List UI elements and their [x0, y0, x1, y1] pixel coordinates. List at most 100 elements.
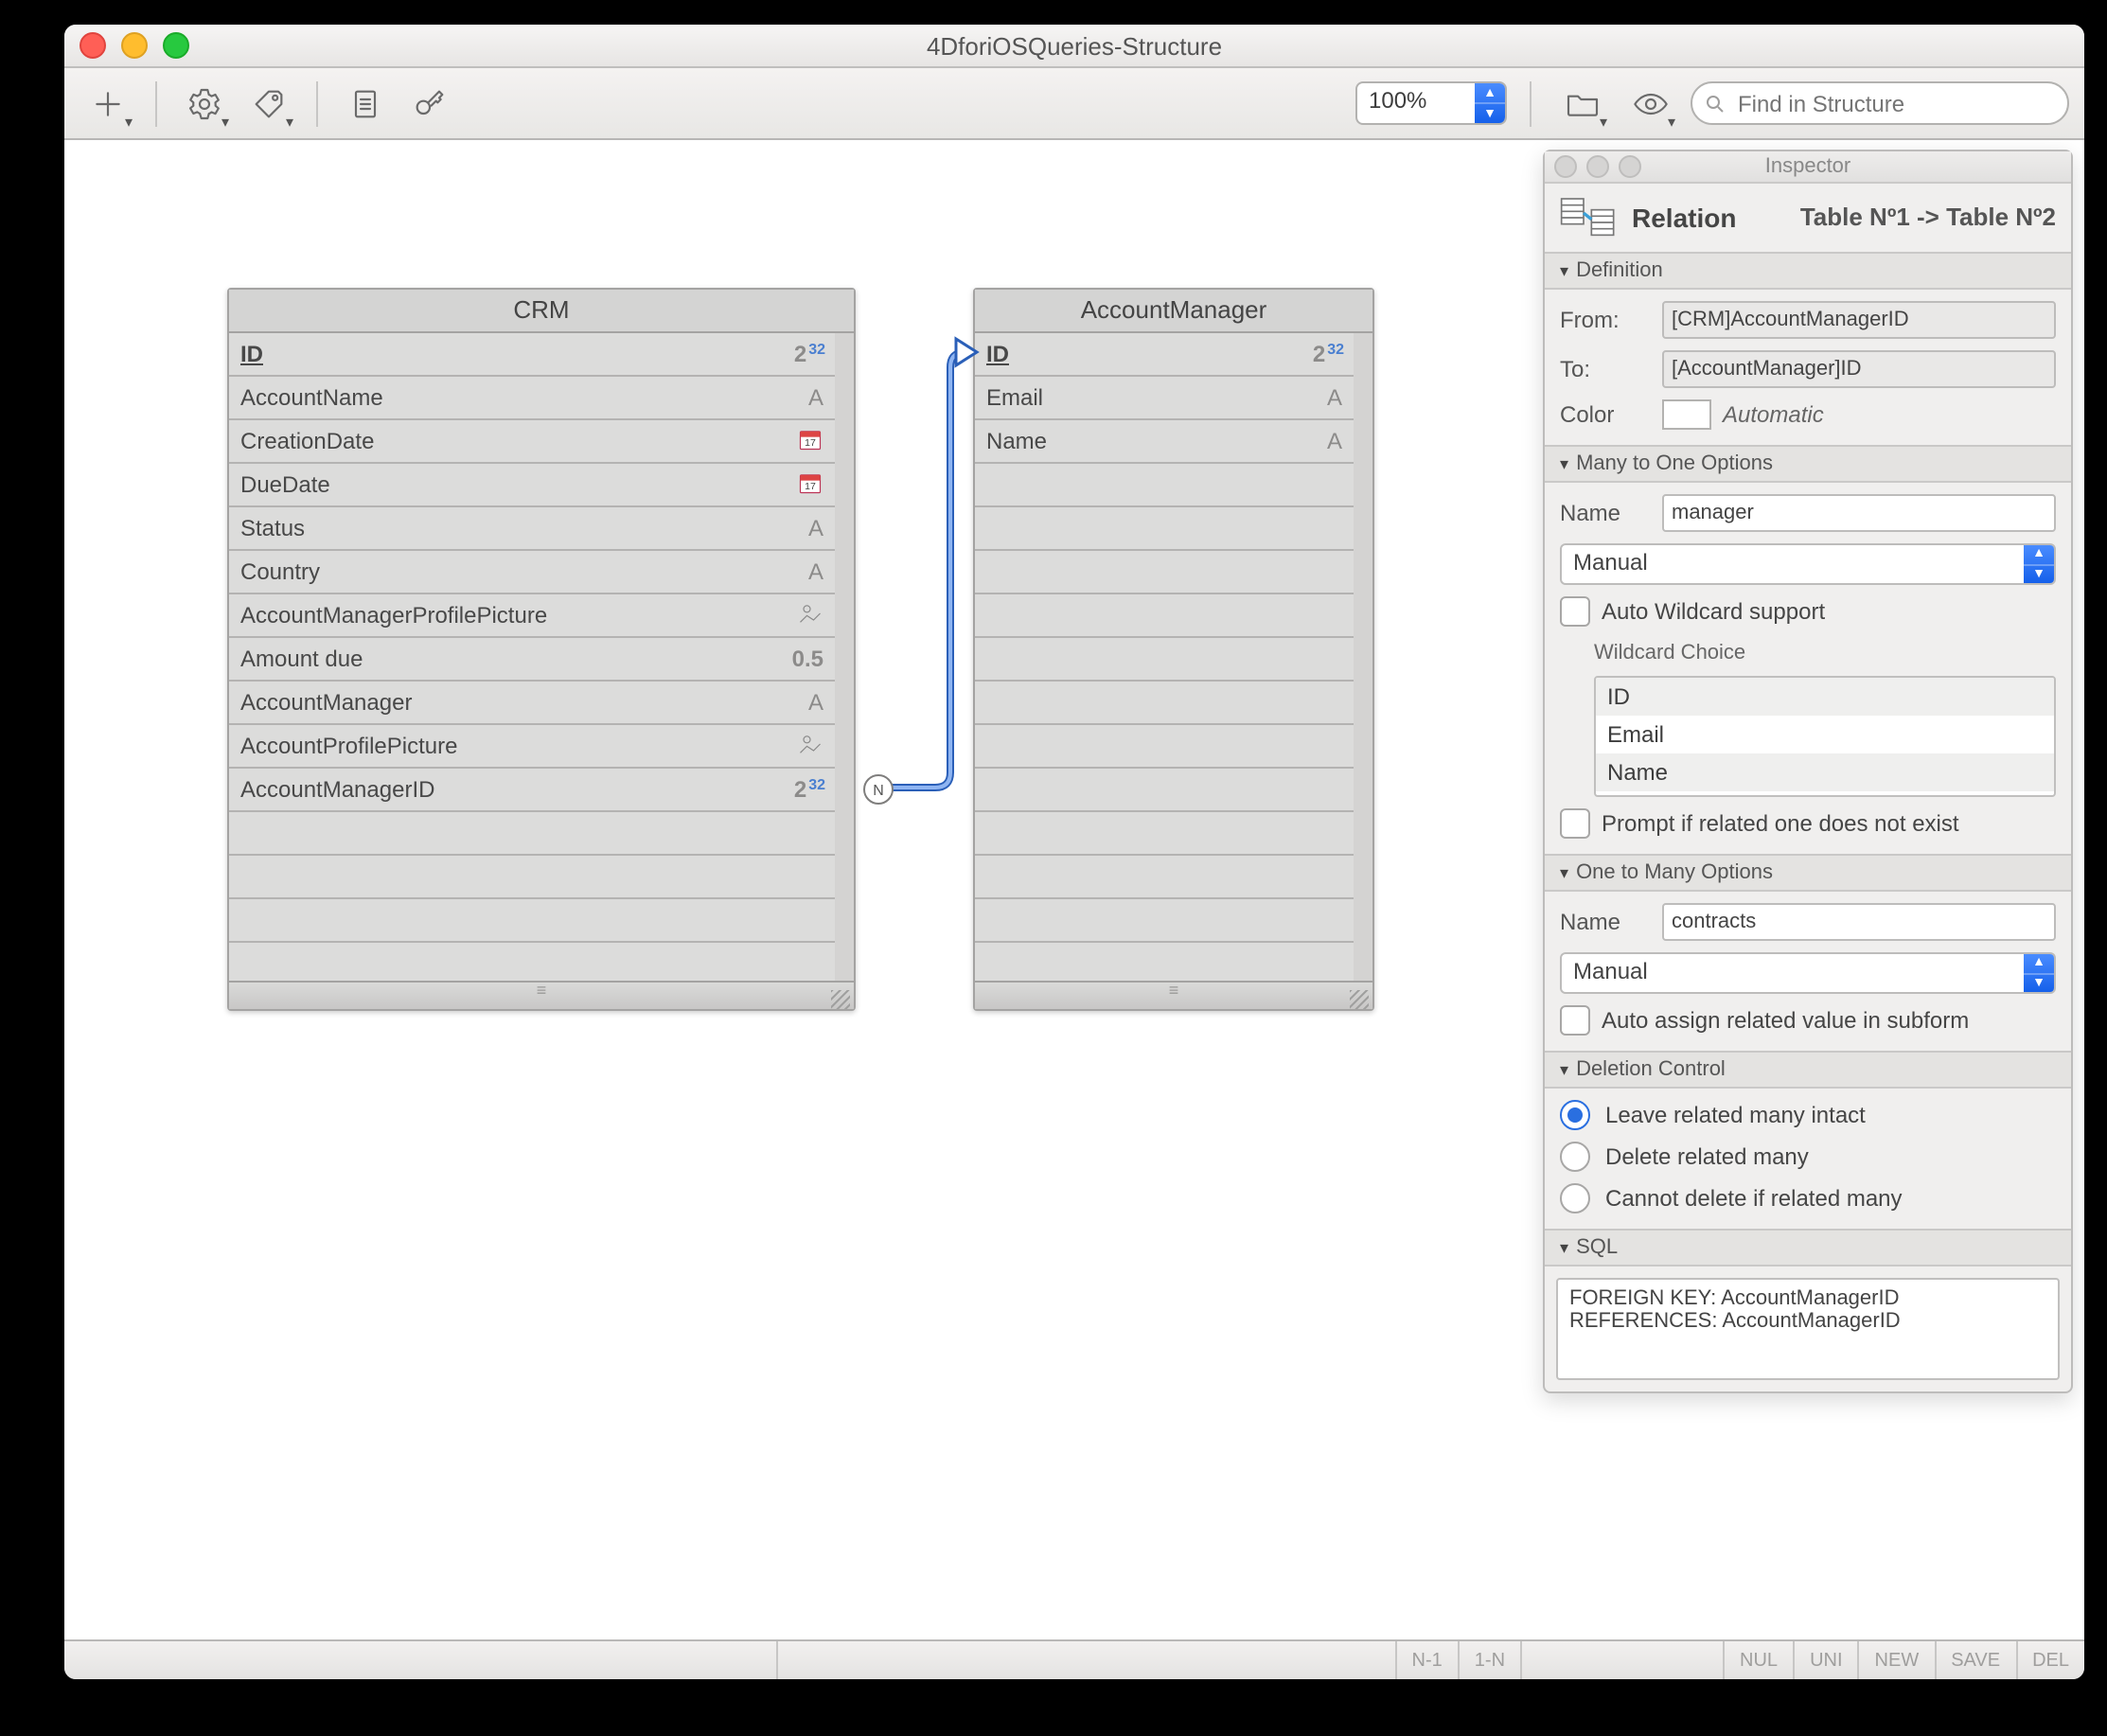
resize-handle[interactable] — [831, 990, 850, 1009]
m2o-name-label: Name — [1560, 500, 1651, 526]
search-input[interactable] — [1734, 88, 2056, 118]
search-field[interactable] — [1691, 81, 2069, 125]
field-name: AccountName — [240, 384, 808, 411]
field-name: Status — [240, 515, 808, 541]
eye-icon — [1632, 84, 1670, 122]
settings-button[interactable] — [176, 79, 233, 128]
table-crm-field[interactable]: AccountNameA — [229, 377, 835, 420]
zoom-stepper[interactable]: ▲▼ — [1475, 83, 1505, 123]
table-crm-field[interactable]: AccountManagerID — [229, 769, 835, 812]
section-title[interactable]: Deletion Control — [1545, 1053, 2071, 1089]
radio-circle[interactable] — [1560, 1183, 1590, 1213]
field-name: AccountManagerProfilePicture — [240, 602, 797, 629]
inspector-panel[interactable]: Inspector Relation Table Nº1 -> Table Nº… — [1543, 150, 2073, 1393]
table-crm-field[interactable]: StatusA — [229, 507, 835, 551]
table-crm-field[interactable]: DueDate17 — [229, 464, 835, 507]
tag-button[interactable] — [240, 79, 297, 128]
select-stepper[interactable]: ▲▼ — [2024, 954, 2054, 992]
table-am-title[interactable]: AccountManager — [975, 290, 1372, 333]
view-button[interactable] — [1622, 79, 1679, 128]
wildcard-listbox[interactable]: ID Email Name — [1594, 676, 2056, 797]
select-stepper[interactable]: ▲▼ — [2024, 545, 2054, 583]
to-field: [AccountManager]ID — [1662, 350, 2056, 388]
section-title[interactable]: Definition — [1545, 254, 2071, 290]
table-crm-field[interactable]: CreationDate17 — [229, 420, 835, 464]
section-title[interactable]: SQL — [1545, 1231, 2071, 1267]
picture-icon — [797, 730, 823, 762]
radio-circle[interactable] — [1560, 1142, 1590, 1172]
zoom-window-button[interactable] — [163, 32, 189, 59]
list-item[interactable]: Email — [1596, 716, 2054, 753]
key-button[interactable] — [401, 79, 458, 128]
add-button[interactable] — [80, 79, 136, 128]
table-accountmanager[interactable]: AccountManager ID EmailA NameA — [973, 288, 1374, 1011]
list-item[interactable]: ID — [1596, 678, 2054, 716]
auto-assign-checkbox[interactable]: Auto assign related value in subform — [1560, 1005, 2056, 1036]
table-am-field[interactable]: EmailA — [975, 377, 1354, 420]
o2m-name-input[interactable]: contracts — [1662, 903, 2056, 941]
deletion-option-1[interactable]: Delete related many — [1560, 1142, 2056, 1172]
table-am-field[interactable]: ID — [975, 333, 1354, 377]
structure-canvas[interactable]: CRM ID AccountNameA CreationDate17 DueDa… — [64, 140, 2084, 1639]
table-crm-field[interactable]: AccountManagerA — [229, 682, 835, 725]
from-field: [CRM]AccountManagerID — [1662, 301, 2056, 339]
deletion-option-0[interactable]: Leave related many intact — [1560, 1100, 2056, 1130]
checkbox-box[interactable] — [1560, 1005, 1590, 1036]
select-value: Manual — [1562, 954, 2024, 992]
table-crm-field[interactable]: CountryA — [229, 551, 835, 594]
clipboard-icon — [346, 84, 384, 122]
auto-wildcard-checkbox[interactable]: Auto Wildcard support — [1560, 596, 2056, 627]
color-swatch[interactable] — [1662, 399, 1711, 430]
table-crm-field[interactable]: Amount due0.5 — [229, 638, 835, 682]
section-title[interactable]: Many to One Options — [1545, 447, 2071, 483]
list-button[interactable] — [337, 79, 394, 128]
close-window-button[interactable] — [80, 32, 106, 59]
sql-text: FOREIGN KEY: AccountManagerID REFERENCES… — [1556, 1278, 2060, 1380]
folder-button[interactable] — [1554, 79, 1611, 128]
m2o-mode-select[interactable]: Manual ▲▼ — [1560, 543, 2056, 585]
section-title[interactable]: One to Many Options — [1545, 856, 2071, 892]
type-icon — [1313, 341, 1342, 367]
table-crm-footer[interactable] — [229, 981, 854, 1009]
table-crm-field[interactable]: AccountProfilePicture — [229, 725, 835, 769]
plus-icon — [89, 84, 127, 122]
o2m-mode-select[interactable]: Manual ▲▼ — [1560, 952, 2056, 994]
checkbox-box[interactable] — [1560, 596, 1590, 627]
table-am-field[interactable]: NameA — [975, 420, 1354, 464]
inspector-close-button[interactable] — [1554, 155, 1577, 178]
table-am-footer[interactable] — [975, 981, 1372, 1009]
select-value: Manual — [1562, 545, 2024, 583]
checkbox-box[interactable] — [1560, 808, 1590, 839]
type-icon: A — [808, 558, 823, 585]
table-crm-title[interactable]: CRM — [229, 290, 854, 333]
inspector-min-button[interactable] — [1586, 155, 1609, 178]
field-name: CreationDate — [240, 428, 797, 454]
folder-icon — [1564, 84, 1602, 122]
m2o-name-input[interactable]: manager — [1662, 494, 2056, 532]
checkbox-label: Prompt if related one does not exist — [1602, 810, 1959, 837]
table-crm[interactable]: CRM ID AccountNameA CreationDate17 DueDa… — [227, 288, 856, 1011]
status-1n: 1-N — [1458, 1641, 1520, 1679]
table-crm-field[interactable]: AccountManagerProfilePicture — [229, 594, 835, 638]
type-icon: A — [808, 689, 823, 716]
inspector-subtitle: Table Nº1 -> Table Nº2 — [1751, 203, 2056, 232]
field-name: Country — [240, 558, 808, 585]
relation-arrow[interactable] — [852, 329, 981, 822]
field-name: Email — [986, 384, 1327, 411]
minimize-window-button[interactable] — [121, 32, 148, 59]
inspector-zoom-button[interactable] — [1619, 155, 1641, 178]
radio-circle[interactable] — [1560, 1100, 1590, 1130]
table-crm-field[interactable]: ID — [229, 333, 835, 377]
zoom-select[interactable]: 100% ▲▼ — [1355, 81, 1507, 125]
status-del: DEL — [2015, 1641, 2084, 1679]
main-toolbar: 100% ▲▼ — [64, 68, 2084, 140]
relation-icon — [1560, 195, 1617, 240]
list-item[interactable]: Name — [1596, 753, 2054, 791]
deletion-option-2[interactable]: Cannot delete if related many — [1560, 1183, 2056, 1213]
type-icon: A — [808, 384, 823, 411]
field-name: DueDate — [240, 471, 797, 498]
prompt-checkbox[interactable]: Prompt if related one does not exist — [1560, 808, 2056, 839]
inspector-titlebar[interactable]: Inspector — [1545, 151, 2071, 184]
zoom-value: 100% — [1357, 83, 1475, 123]
resize-handle[interactable] — [1350, 990, 1369, 1009]
